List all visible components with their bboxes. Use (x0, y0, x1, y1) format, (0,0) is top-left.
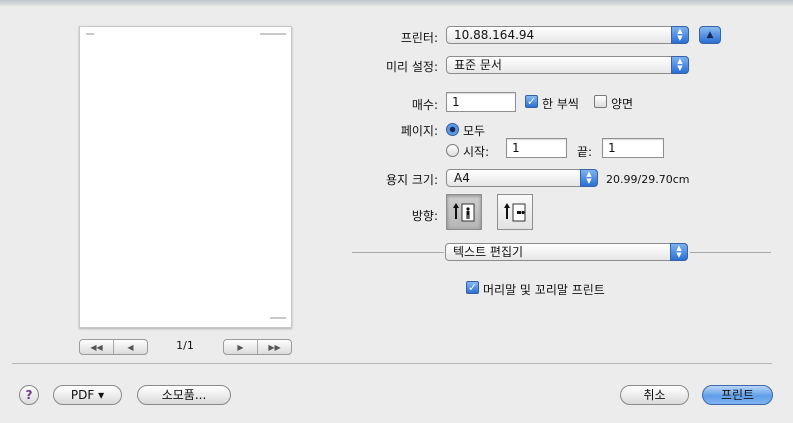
preview-footer-right (270, 317, 286, 319)
copies-label: 매수: (411, 98, 438, 112)
collated-label: 한 부씩 (542, 97, 579, 111)
pages-range-radio[interactable] (446, 144, 459, 157)
pages-all-label: 모두 (463, 124, 486, 138)
supplies-button[interactable]: 소모품... (137, 385, 231, 405)
cancel-button[interactable]: 취소 (620, 385, 689, 405)
next-page-button[interactable]: ▶ (224, 340, 257, 354)
section-divider-right (690, 252, 771, 253)
pages-to-field[interactable]: 1 (602, 138, 664, 158)
help-button[interactable]: ? (19, 385, 39, 405)
printer-value: 10.88.164.94 (454, 28, 535, 42)
landscape-orientation-icon (504, 203, 526, 222)
orientation-label: 방향: (411, 209, 438, 223)
last-page-button[interactable]: ▶▶ (257, 340, 291, 354)
portrait-orientation-button[interactable] (446, 194, 482, 230)
first-page-button[interactable]: ◀◀ (80, 340, 113, 354)
disclosure-button[interactable]: ▲ (699, 26, 721, 44)
preview-nav-forward-group: ▶ ▶▶ (223, 339, 292, 355)
paper-size-label: 용지 크기: (385, 173, 438, 187)
paper-size-popup[interactable]: A4 ▲ ▼ (446, 169, 598, 187)
duplex-label: 양면 (611, 97, 634, 111)
presets-popup[interactable]: 표준 문서 ▲ ▼ (446, 56, 689, 74)
up-triangle-icon: ▲ (706, 30, 714, 40)
landscape-orientation-button[interactable] (497, 194, 533, 230)
portrait-orientation-icon (453, 203, 475, 222)
updown-chevron-icon: ▲ ▼ (671, 56, 689, 74)
duplex-checkbox[interactable] (594, 95, 607, 108)
paper-dimensions: 20.99/29.70cm (606, 173, 690, 186)
preview-header-left (86, 33, 94, 35)
updown-chevron-icon: ▲ ▼ (580, 169, 598, 187)
pdf-button[interactable]: PDF ▾ (53, 385, 122, 405)
updown-chevron-icon: ▲ ▼ (670, 243, 688, 261)
title-bar-edge (0, 0, 793, 6)
collated-checkbox[interactable]: ✓ (525, 95, 538, 108)
section-popup[interactable]: 텍스트 편집기 ▲ ▼ (445, 243, 688, 261)
copies-field[interactable]: 1 (446, 92, 516, 112)
pages-from-field[interactable]: 1 (506, 138, 567, 158)
pages-to-label: 끝: (577, 145, 593, 159)
section-value: 텍스트 편집기 (453, 245, 524, 259)
header-footer-checkbox[interactable]: ✓ (466, 281, 479, 294)
preview-nav-back-group: ◀◀ ◀ (79, 339, 148, 355)
printer-label: 프린터: (400, 31, 438, 45)
presets-value: 표준 문서 (454, 58, 502, 72)
page-indicator: 1/1 (176, 339, 194, 352)
preview-header-right (260, 33, 286, 35)
presets-label: 미리 설정: (385, 60, 438, 74)
page-preview (79, 26, 292, 328)
pages-from-label: 시작: (463, 145, 490, 159)
previous-page-button[interactable]: ◀ (113, 340, 147, 354)
pages-all-radio[interactable] (446, 123, 459, 136)
paper-size-value: A4 (454, 171, 470, 185)
print-button[interactable]: 프린트 (702, 385, 773, 405)
bottom-separator (12, 363, 772, 364)
header-footer-label: 머리말 및 꼬리말 프린트 (483, 283, 605, 297)
pages-label: 페이지: (400, 124, 438, 138)
section-divider-left (352, 252, 444, 253)
updown-chevron-icon: ▲ ▼ (671, 26, 689, 44)
printer-popup[interactable]: 10.88.164.94 ▲ ▼ (446, 26, 689, 44)
